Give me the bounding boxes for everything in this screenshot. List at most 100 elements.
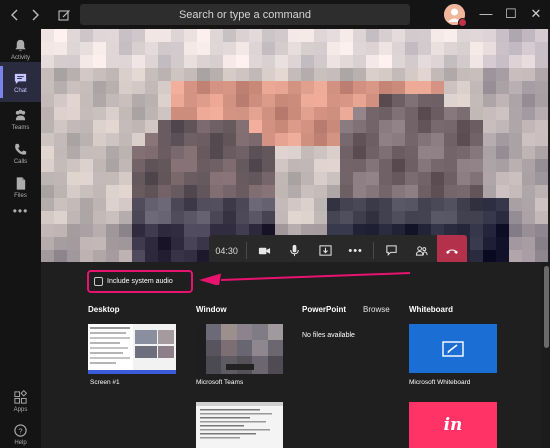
teams-window-thumbnail[interactable] <box>196 324 283 374</box>
video-pixel <box>379 68 392 81</box>
share-tray-button[interactable] <box>310 235 340 262</box>
video-pixel <box>470 185 483 198</box>
video-pixel <box>119 29 132 42</box>
chevron-right-icon[interactable] <box>26 6 44 24</box>
browse-link[interactable]: Browse <box>363 305 390 314</box>
video-pixel <box>236 42 249 55</box>
video-pixel <box>184 68 197 81</box>
video-pixel <box>80 224 93 237</box>
video-pixel <box>366 133 379 146</box>
video-pixel <box>54 159 67 172</box>
video-pixel <box>288 120 301 133</box>
video-pixel <box>301 120 314 133</box>
video-pixel <box>431 94 444 107</box>
camera-button[interactable] <box>249 235 279 262</box>
video-pixel <box>509 198 522 211</box>
video-pixel <box>67 94 80 107</box>
video-pixel <box>158 42 171 55</box>
minimize-button[interactable]: — <box>478 6 494 22</box>
video-pixel <box>340 68 353 81</box>
phone-icon <box>15 143 27 155</box>
video-pixel <box>522 250 535 262</box>
video-pixel <box>41 146 54 159</box>
hang-up-button[interactable] <box>436 235 467 262</box>
ellipsis-icon: ••• <box>12 204 29 218</box>
invision-tile[interactable]: in <box>409 402 497 448</box>
video-pixel <box>327 94 340 107</box>
participants-button[interactable] <box>406 235 436 262</box>
video-pixel <box>509 237 522 250</box>
more-apps-button[interactable]: ••• <box>0 199 41 223</box>
scroll-up-icon[interactable]: ▲ <box>543 258 549 264</box>
video-pixel <box>392 81 405 94</box>
conversation-button[interactable] <box>376 235 406 262</box>
file-icon <box>16 176 26 190</box>
scrollbar-thumb[interactable] <box>544 266 549 348</box>
video-pixel <box>327 159 340 172</box>
video-pixel <box>80 159 93 172</box>
compose-icon[interactable] <box>55 6 73 24</box>
video-pixel <box>444 107 457 120</box>
video-pixel <box>301 42 314 55</box>
video-pixel <box>171 107 184 120</box>
microsoft-whiteboard-tile[interactable] <box>409 324 497 373</box>
video-pixel <box>197 94 210 107</box>
include-system-audio-toggle[interactable]: Include system audio <box>87 270 193 293</box>
video-pixel <box>106 185 119 198</box>
video-pixel <box>119 133 132 146</box>
video-pixel <box>184 42 197 55</box>
video-pixel <box>171 224 184 237</box>
video-pixel <box>509 211 522 224</box>
video-pixel <box>379 42 392 55</box>
maximize-button[interactable]: ☐ <box>503 6 519 22</box>
video-pixel <box>522 107 535 120</box>
chevron-left-icon[interactable] <box>6 6 24 24</box>
video-pixel <box>392 55 405 68</box>
video-pixel <box>483 185 496 198</box>
video-pixel <box>184 107 197 120</box>
second-window-thumbnail[interactable] <box>196 402 283 448</box>
video-pixel <box>171 250 184 262</box>
video-pixel <box>41 42 54 55</box>
video-pixel <box>119 198 132 211</box>
video-pixel <box>67 120 80 133</box>
video-pixel <box>457 81 470 94</box>
video-pixel <box>470 211 483 224</box>
video-pixel <box>392 29 405 42</box>
avatar[interactable] <box>444 4 467 27</box>
video-pixel <box>236 120 249 133</box>
video-pixel <box>379 172 392 185</box>
video-pixel <box>275 198 288 211</box>
video-pixel <box>418 94 431 107</box>
video-pixel <box>340 107 353 120</box>
share-tray-scrollbar[interactable]: ▲ <box>541 258 550 448</box>
video-pixel <box>80 107 93 120</box>
video-pixel <box>535 68 548 81</box>
camera-icon <box>258 247 271 255</box>
search-input[interactable]: Search or type a command <box>80 4 410 25</box>
video-pixel <box>223 120 236 133</box>
video-pixel <box>54 107 67 120</box>
video-pixel <box>249 159 262 172</box>
include-system-audio-checkbox[interactable] <box>94 277 103 286</box>
video-pixel <box>522 68 535 81</box>
video-pixel <box>418 55 431 68</box>
more-options-button[interactable]: ••• <box>340 235 370 262</box>
video-pixel <box>535 94 548 107</box>
mic-button[interactable] <box>280 235 310 262</box>
video-pixel <box>483 250 496 262</box>
rail-label-apps: Apps <box>13 406 28 413</box>
rail-item-help[interactable]: ? Help <box>0 414 41 448</box>
screen-1-thumbnail[interactable] <box>88 324 176 374</box>
video-pixel <box>418 198 431 211</box>
video-pixel <box>106 29 119 42</box>
video-pixel <box>80 198 93 211</box>
teams-window: Search or type a command — ☐ ✕ Activity … <box>0 0 550 448</box>
video-pixel <box>340 198 353 211</box>
rail-item-chat[interactable]: Chat <box>0 62 41 102</box>
close-button[interactable]: ✕ <box>528 6 544 22</box>
video-pixel <box>457 211 470 224</box>
video-pixel <box>470 133 483 146</box>
video-pixel <box>106 159 119 172</box>
window-preview-image <box>196 324 283 374</box>
